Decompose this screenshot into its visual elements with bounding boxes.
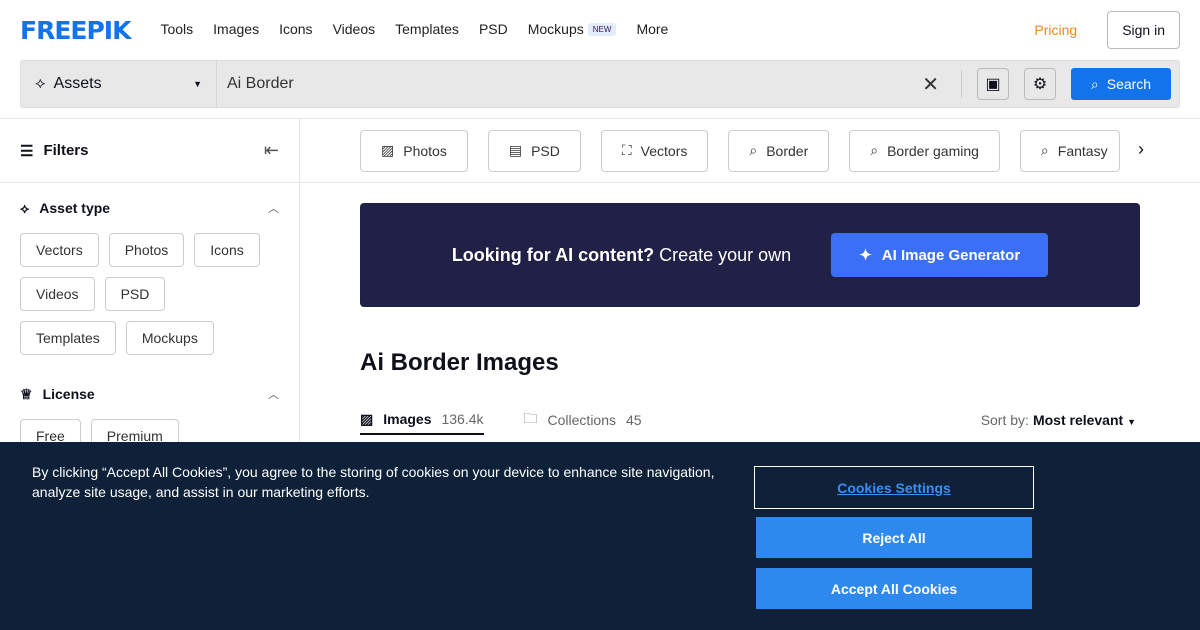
new-badge: NEW bbox=[587, 23, 617, 36]
section-title: License bbox=[42, 386, 95, 402]
tag-fantasy[interactable]: ⌕ Fantasy bbox=[1019, 129, 1120, 172]
chevron-up-icon: ︿ bbox=[268, 389, 279, 401]
tag-border[interactable]: ⌕ Border bbox=[728, 129, 830, 172]
filter-psd[interactable]: PSD bbox=[104, 277, 166, 311]
accept-all-cookies-button[interactable]: Accept All Cookies bbox=[756, 568, 1032, 609]
tab-images[interactable]: ▨ Images 136.4k bbox=[360, 405, 484, 435]
clear-icon[interactable]: ✕ bbox=[922, 72, 939, 97]
button-label: AI Image Generator bbox=[881, 246, 1021, 264]
chevron-up-icon: ︿ bbox=[268, 203, 279, 215]
search-icon: ⌕ bbox=[1040, 142, 1049, 158]
image-icon: ▨ bbox=[381, 142, 395, 158]
gear-icon[interactable]: ⚙ bbox=[1024, 68, 1056, 100]
filter-videos[interactable]: Videos bbox=[20, 277, 95, 311]
sort-label: Sort by: bbox=[980, 412, 1029, 428]
top-bar: FREEPIK Tools Images Icons Videos Templates P… bbox=[0, 0, 1200, 60]
ai-banner: Looking for AI content? Create your own … bbox=[360, 203, 1140, 307]
pricing-link[interactable]: Pricing bbox=[1034, 22, 1077, 38]
main-nav: Tools Images Icons Videos Templates PSD Mockup… bbox=[160, 21, 688, 39]
main-content: ▨ Photos ▤ PSD ⛶ Vectors ⌕ Border ⌕ Border ga… bbox=[300, 118, 1200, 435]
asset-type-dropdown[interactable]: ⟡ Assets ▼ bbox=[21, 61, 217, 107]
tag-label: Border bbox=[766, 142, 809, 159]
tag-vectors[interactable]: ⛶ Vectors bbox=[600, 129, 709, 172]
section-title: Asset type bbox=[39, 200, 111, 216]
sort-value: Most relevant bbox=[1032, 412, 1124, 428]
page-title: Ai Border Images bbox=[360, 349, 559, 376]
search-icon: ⌕ bbox=[749, 142, 758, 158]
tab-label: Images bbox=[383, 411, 432, 427]
nav-tools[interactable]: Tools bbox=[160, 21, 193, 37]
filter-vectors[interactable]: Vectors bbox=[20, 233, 99, 267]
filter-photos[interactable]: Photos bbox=[108, 233, 185, 267]
search-icon: ⌕ bbox=[1090, 75, 1099, 92]
cookies-settings-button[interactable]: Cookies Settings bbox=[754, 466, 1034, 509]
sparkle-icon: ✦ bbox=[859, 247, 872, 264]
sliders-icon: ☰ bbox=[20, 142, 34, 160]
sort-dropdown[interactable]: Most relevant ▼ bbox=[1033, 412, 1136, 428]
tag-label: Fantasy bbox=[1057, 142, 1108, 159]
banner-sub: Create your own bbox=[654, 244, 792, 265]
tag-label: Border gaming bbox=[887, 142, 979, 159]
asset-type-section[interactable]: ⟡ Asset type ︿ bbox=[0, 183, 299, 233]
search-button[interactable]: ⌕ Search bbox=[1071, 68, 1171, 100]
tab-count: 45 bbox=[626, 412, 642, 428]
nav-mockups-label: Mockups bbox=[527, 21, 584, 37]
nav-templates[interactable]: Templates bbox=[395, 21, 459, 37]
nav-videos[interactable]: Videos bbox=[333, 21, 376, 37]
filters-header: ☰ Filters ⇤ bbox=[0, 119, 299, 183]
image-icon: ▨ bbox=[360, 410, 374, 427]
asset-type-label: Assets bbox=[53, 75, 102, 92]
vector-icon: ⛶ bbox=[621, 142, 632, 158]
cookie-banner: By clicking “Accept All Cookies”, you ag… bbox=[0, 442, 1200, 630]
result-tabs: ▨ Images 136.4k 🗀 Collections 45 Sort by: Mo… bbox=[360, 405, 1140, 435]
tab-count: 136.4k bbox=[441, 411, 484, 427]
filter-icons[interactable]: Icons bbox=[194, 233, 260, 267]
filter-mockups[interactable]: Mockups bbox=[125, 321, 214, 355]
search-bar: ⟡ Assets ▼ Ai Border ✕ ▣ ⚙ ⌕ Search bbox=[20, 60, 1180, 108]
license-section[interactable]: ♕ License ︿ bbox=[0, 369, 299, 419]
nav-psd[interactable]: PSD bbox=[479, 21, 508, 37]
shapes-icon: ⟡ bbox=[35, 75, 46, 92]
shapes-icon: ⟡ bbox=[20, 199, 30, 216]
cookie-text: By clicking “Accept All Cookies”, you ag… bbox=[32, 464, 715, 500]
tag-photos[interactable]: ▨ Photos bbox=[360, 129, 468, 172]
tag-border-gaming[interactable]: ⌕ Border gaming bbox=[849, 129, 1000, 172]
tab-label: Collections bbox=[547, 412, 617, 428]
tag-psd[interactable]: ▤ PSD bbox=[487, 129, 581, 172]
sign-in-button[interactable]: Sign in bbox=[1107, 11, 1180, 49]
caret-down-icon: ▼ bbox=[1127, 417, 1136, 427]
banner-bold: Looking for AI content? bbox=[451, 244, 655, 265]
reject-all-button[interactable]: Reject All bbox=[756, 517, 1032, 558]
asset-type-options: Vectors Photos Icons Videos PSD Template… bbox=[0, 233, 280, 355]
chevron-right-icon[interactable]: › bbox=[1138, 139, 1144, 160]
freepik-logo[interactable]: FREEPIK bbox=[20, 16, 131, 45]
search-input[interactable]: Ai Border bbox=[217, 75, 922, 93]
collapse-sidebar-icon[interactable]: ⇤ bbox=[264, 140, 279, 161]
ai-image-generator-button[interactable]: ✦ AI Image Generator bbox=[831, 233, 1049, 277]
nav-images[interactable]: Images bbox=[213, 21, 259, 37]
filters-title: Filters bbox=[43, 142, 89, 159]
search-button-label: Search bbox=[1106, 76, 1152, 92]
nav-icons[interactable]: Icons bbox=[279, 21, 312, 37]
tag-label: Vectors bbox=[640, 142, 688, 159]
related-tags: ▨ Photos ▤ PSD ⛶ Vectors ⌕ Border ⌕ Border ga… bbox=[300, 119, 1200, 183]
banner-text: Looking for AI content? Create your own bbox=[452, 245, 791, 266]
filter-templates[interactable]: Templates bbox=[20, 321, 116, 355]
nav-mockups[interactable]: Mockups NEW bbox=[528, 21, 617, 37]
psd-icon: ▤ bbox=[508, 142, 523, 158]
image-search-icon[interactable]: ▣ bbox=[977, 68, 1009, 100]
divider bbox=[961, 70, 962, 98]
search-icon: ⌕ bbox=[870, 142, 879, 158]
nav-more[interactable]: More bbox=[636, 21, 668, 37]
tag-label: PSD bbox=[531, 142, 560, 159]
crown-icon: ♕ bbox=[20, 385, 33, 402]
tag-label: Photos bbox=[403, 142, 447, 159]
folder-icon: 🗀 bbox=[523, 410, 538, 426]
caret-down-icon: ▼ bbox=[193, 79, 202, 89]
tab-collections[interactable]: 🗀 Collections 45 bbox=[524, 405, 642, 435]
